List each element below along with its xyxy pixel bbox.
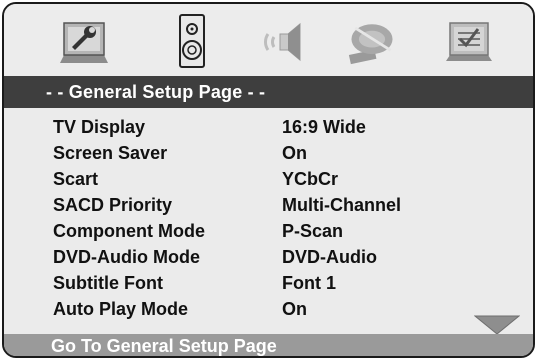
- status-bar: Go To General Setup Page: [4, 334, 533, 356]
- setting-label: TV Display: [53, 117, 146, 137]
- setting-sacd-priority[interactable]: SACD Priority Multi-Channel: [4, 192, 533, 218]
- setting-value: Font 1: [282, 273, 336, 293]
- setting-value: On: [282, 143, 307, 163]
- setting-auto-play-mode[interactable]: Auto Play Mode On: [4, 296, 533, 322]
- tab-preference-setup[interactable]: [441, 12, 497, 70]
- setting-screen-saver[interactable]: Screen Saver On: [4, 140, 533, 166]
- setting-value: P-Scan: [282, 221, 344, 241]
- setting-label: SACD Priority: [53, 195, 173, 215]
- setting-dvd-audio-mode[interactable]: DVD-Audio Mode DVD-Audio: [4, 244, 533, 270]
- tab-speaker-setup[interactable]: [164, 12, 220, 70]
- wrench-setup-icon: [60, 22, 108, 63]
- setting-subtitle-font[interactable]: Subtitle Font Font 1: [4, 270, 533, 296]
- tab-audio-setup[interactable]: [258, 12, 314, 70]
- setup-tab-bar: [4, 4, 533, 76]
- audio-sound-icon: [263, 22, 301, 62]
- setting-label: DVD-Audio Mode: [53, 247, 200, 267]
- setting-label: Screen Saver: [53, 143, 168, 163]
- setting-label: Subtitle Font: [53, 273, 163, 293]
- setting-value: 16:9 Wide: [282, 117, 366, 137]
- setting-component-mode[interactable]: Component Mode P-Scan: [4, 218, 533, 244]
- tab-video-setup[interactable]: [344, 12, 400, 70]
- setting-value: YCbCr: [282, 169, 339, 189]
- setting-scart[interactable]: Scart YCbCr: [4, 166, 533, 192]
- setting-value: On: [282, 299, 307, 319]
- setting-tv-display[interactable]: TV Display 16:9 Wide: [4, 114, 533, 140]
- video-disc-icon: [348, 24, 393, 65]
- setup-menu-screen: - - General Setup Page - - TV Display 16…: [2, 2, 535, 358]
- tab-general-setup[interactable]: [56, 12, 112, 70]
- setting-label: Component Mode: [53, 221, 205, 241]
- preference-check-icon: [446, 22, 492, 61]
- setting-label: Scart: [53, 169, 99, 189]
- setting-label: Auto Play Mode: [53, 299, 189, 319]
- triangle-down-icon: [473, 315, 521, 335]
- speaker-icon: [179, 14, 205, 68]
- setting-value: DVD-Audio: [282, 247, 377, 267]
- page-title: - - General Setup Page - -: [4, 76, 533, 108]
- setting-value: Multi-Channel: [282, 195, 401, 215]
